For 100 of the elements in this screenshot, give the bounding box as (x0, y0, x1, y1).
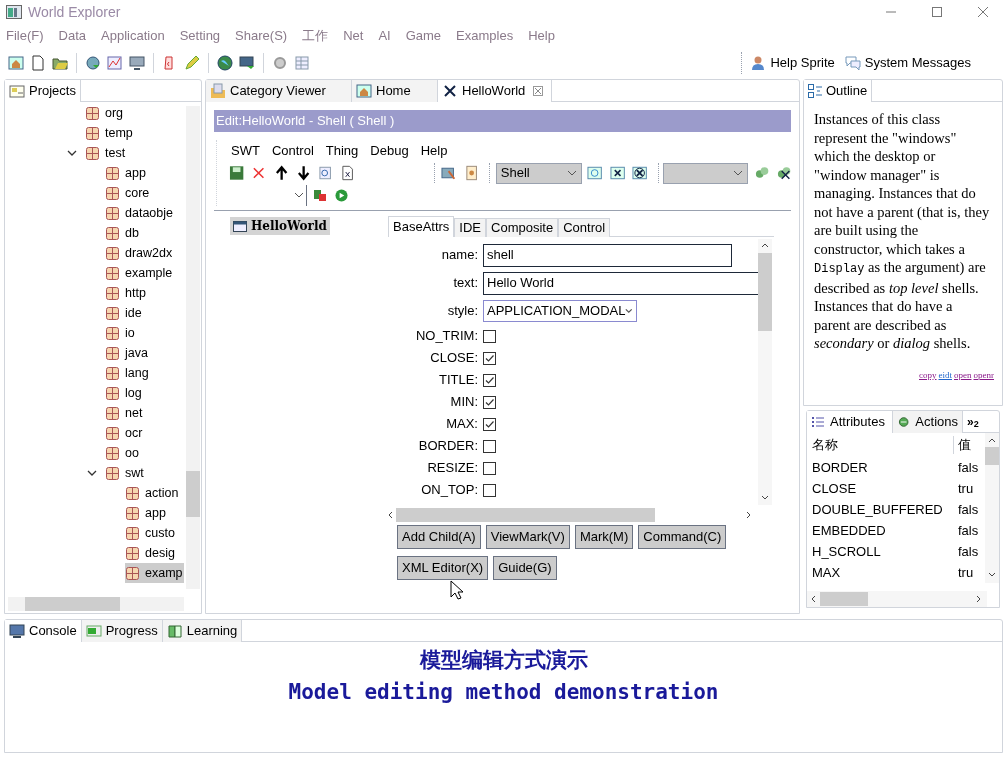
puzzle-remove-icon[interactable] (775, 165, 792, 181)
delete-icon[interactable] (251, 165, 267, 181)
chat-bubbles-icon[interactable] (844, 55, 861, 71)
checkbox[interactable] (483, 461, 496, 475)
scrollbar-thumb[interactable] (758, 253, 772, 331)
checkbox[interactable] (483, 439, 496, 453)
select-field[interactable]: APPLICATION_MODAL (483, 300, 637, 322)
menu-item[interactable]: Application (101, 26, 165, 46)
checkbox[interactable] (483, 395, 496, 409)
scrollbar-thumb[interactable] (820, 592, 868, 606)
tree-item[interactable]: io (105, 323, 136, 343)
tree-item[interactable]: action (125, 483, 180, 503)
menu-item[interactable]: Debug (370, 141, 409, 161)
maximize-button[interactable] (931, 6, 943, 18)
arrow-down-icon[interactable] (295, 165, 312, 181)
link[interactable]: copy (919, 368, 937, 382)
refresh-icon[interactable] (587, 165, 603, 181)
globe-icon[interactable] (217, 55, 233, 71)
type-combo-box[interactable]: Shell (495, 162, 583, 184)
combo-box[interactable] (663, 162, 748, 184)
property-tab[interactable]: BaseAttrs (388, 216, 455, 237)
tree-item[interactable]: app (105, 163, 147, 183)
tree-item[interactable]: temp (85, 123, 134, 143)
close-window-icon[interactable] (609, 165, 625, 181)
checkbox[interactable] (483, 417, 496, 431)
menu-item[interactable]: Examples (456, 26, 514, 46)
menu-item[interactable]: 工作 (302, 26, 329, 46)
editor-tab[interactable]: Home (352, 80, 438, 102)
tree-item[interactable]: lang (105, 363, 150, 383)
tree-item[interactable]: ide (105, 303, 143, 323)
tree-item[interactable]: log (105, 383, 143, 403)
home-icon[interactable] (8, 55, 24, 71)
console-tab[interactable]: Learning (162, 620, 243, 642)
action-button[interactable]: XML Editor(X) (397, 556, 489, 580)
tree-item[interactable]: ocr (105, 423, 144, 443)
editor-tab[interactable]: Category Viewer (206, 80, 352, 102)
tree-item[interactable]: draw2dx (105, 243, 174, 263)
link[interactable]: open (954, 368, 972, 382)
menu-item[interactable]: Help (528, 26, 555, 46)
scrollbar-thumb[interactable] (985, 447, 999, 465)
more-tabs-button[interactable]: »$_{2}$ (963, 411, 983, 432)
menu-item[interactable]: Data (58, 26, 86, 46)
outline-tab[interactable]: Outline (804, 80, 873, 102)
property-tab[interactable]: Composite (486, 218, 559, 237)
attributes-tab[interactable]: Actions (893, 411, 963, 433)
document-icon[interactable] (340, 165, 356, 181)
scrollbar-thumb[interactable] (186, 471, 200, 517)
menu-item[interactable]: Control (271, 141, 314, 161)
action-button[interactable]: Guide(G) (493, 556, 557, 580)
menu-item[interactable]: Share(S) (235, 26, 288, 46)
person-card-icon[interactable] (463, 165, 479, 181)
help-sprite-button[interactable]: Help Sprite (770, 53, 835, 73)
scroll-right-icon[interactable] (976, 595, 981, 603)
tree-item[interactable]: oo (105, 443, 140, 463)
column-header[interactable]: 值 (954, 435, 971, 455)
tree-item[interactable]: dataobje (105, 203, 174, 223)
console-tab[interactable]: Console (5, 620, 82, 642)
action-button[interactable]: Mark(M) (574, 525, 634, 549)
close-icon[interactable] (533, 86, 544, 96)
close-button[interactable] (977, 6, 989, 18)
close-all-icon[interactable] (631, 165, 648, 181)
action-button[interactable]: Command(C) (638, 525, 727, 549)
menu-item[interactable]: Setting (179, 26, 221, 46)
system-messages-button[interactable]: System Messages (864, 53, 971, 73)
scrollbar-thumb[interactable] (25, 597, 120, 611)
checkbox[interactable] (483, 329, 496, 343)
checkbox[interactable] (483, 351, 496, 365)
column-header[interactable]: 名称 (807, 435, 953, 455)
tree-item[interactable]: example (105, 263, 174, 283)
tree-item[interactable]: custo (125, 523, 176, 543)
action-button[interactable]: Add Child(A) (397, 525, 481, 549)
play-icon[interactable] (335, 188, 348, 202)
monitor-arrow-icon[interactable] (239, 55, 255, 71)
tree-item[interactable]: app (125, 503, 167, 523)
tree-item[interactable]: http (105, 283, 147, 303)
tree-item[interactable]: org (85, 103, 125, 123)
menu-item[interactable]: Thing (325, 141, 359, 161)
menu-item[interactable]: Net (343, 26, 364, 46)
menu-item[interactable]: AI (378, 26, 391, 46)
menu-item[interactable]: File(F) (6, 26, 44, 46)
save-icon[interactable] (229, 165, 245, 181)
menu-item[interactable]: Help (420, 141, 448, 161)
property-tab[interactable]: IDE (454, 218, 487, 237)
tree-item[interactable]: java (105, 343, 149, 363)
action-button[interactable]: ViewMark(V) (485, 525, 570, 549)
scroll-left-icon[interactable] (811, 595, 816, 603)
tree-item[interactable]: db (105, 223, 140, 243)
scrollbar-thumb[interactable] (396, 508, 655, 522)
scroll-down-icon[interactable] (761, 495, 769, 500)
scroll-up-icon[interactable] (988, 438, 996, 443)
checkbox[interactable] (483, 483, 496, 497)
tools-icon[interactable] (441, 165, 457, 181)
monitor-icon[interactable] (129, 55, 145, 71)
chevron-icon[interactable] (67, 150, 77, 156)
arrow-up-icon[interactable] (273, 165, 289, 181)
console-tab[interactable]: Progress (81, 620, 163, 642)
bug-icon[interactable] (313, 188, 327, 202)
scroll-left-icon[interactable] (388, 511, 393, 519)
input-field[interactable]: shell (483, 243, 732, 267)
open-folder-icon[interactable] (52, 55, 68, 71)
